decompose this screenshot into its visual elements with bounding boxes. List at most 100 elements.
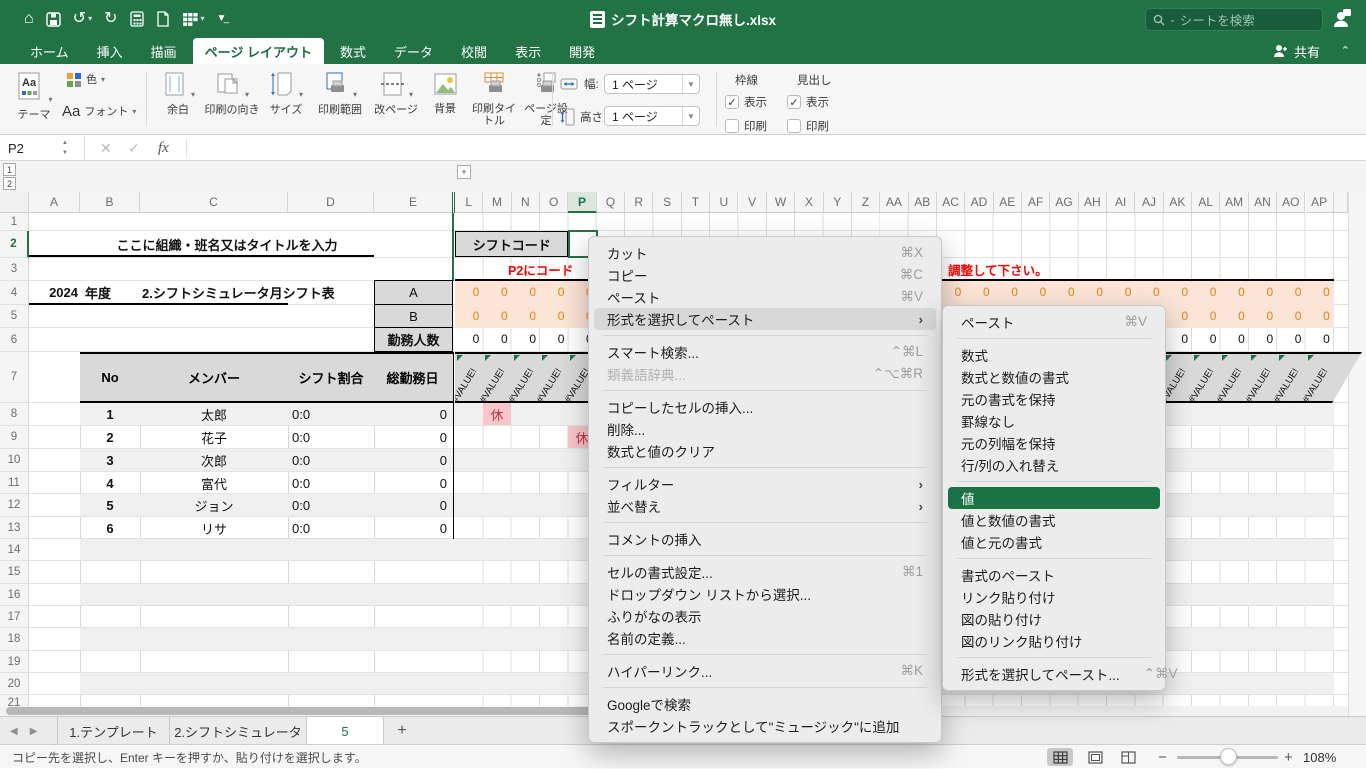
- column-header-T[interactable]: T: [682, 192, 710, 213]
- column-header-B[interactable]: B: [80, 192, 140, 213]
- context-menu-item[interactable]: スマート検索...⌃⌘L: [594, 341, 936, 363]
- column-header-D[interactable]: D: [288, 192, 374, 213]
- shift-count-cell[interactable]: 0: [1192, 305, 1216, 327]
- page-break-view-icon[interactable]: [1115, 748, 1141, 766]
- row-header-6[interactable]: 6: [0, 328, 29, 352]
- context-menu-item[interactable]: 削除...: [594, 418, 936, 440]
- select-all-corner[interactable]: [0, 192, 29, 213]
- column-header-W[interactable]: W: [767, 192, 795, 213]
- context-menu-item[interactable]: スポークントラックとして"ミュージック"に追加: [594, 715, 936, 737]
- column-header-AP[interactable]: AP: [1306, 192, 1334, 213]
- context-menu-item[interactable]: 数式と値のクリア: [594, 440, 936, 462]
- context-menu-item[interactable]: コピーしたセルの挿入...: [594, 396, 936, 418]
- column-header-Q[interactable]: Q: [597, 192, 625, 213]
- row-header-9[interactable]: 9: [0, 426, 29, 449]
- staff-count-cell[interactable]: 0: [1277, 328, 1301, 350]
- shift-count-cell[interactable]: 0: [1277, 281, 1301, 303]
- member-days-cell[interactable]: 0: [374, 449, 447, 472]
- row-header-8[interactable]: 8: [0, 403, 29, 426]
- staff-count-cell[interactable]: 0: [1192, 328, 1216, 350]
- member-name-cell[interactable]: ジョン: [140, 494, 288, 517]
- row-header-11[interactable]: 11: [0, 472, 29, 494]
- vertical-scrollbar[interactable]: [1348, 192, 1366, 716]
- shift-count-cell[interactable]: 0: [1050, 281, 1074, 303]
- column-header-L[interactable]: L: [455, 192, 483, 213]
- column-header-AO[interactable]: AO: [1277, 192, 1305, 213]
- shift-count-cell[interactable]: 0: [483, 281, 507, 303]
- member-days-cell[interactable]: 0: [374, 494, 447, 517]
- shift-count-cell[interactable]: 0: [1220, 281, 1244, 303]
- context-menu-item[interactable]: コメントの挿入: [594, 528, 936, 550]
- column-header-P[interactable]: P: [568, 192, 596, 213]
- shift-type-label-cell[interactable]: 勤務人数: [374, 327, 453, 352]
- shift-code-label-cell[interactable]: シフトコード: [455, 231, 568, 257]
- shift-count-cell[interactable]: 0: [1079, 281, 1103, 303]
- year-label-cell[interactable]: 年度: [85, 281, 111, 304]
- member-name-cell[interactable]: 太郎: [140, 403, 288, 426]
- shift-count-cell[interactable]: 0: [455, 281, 479, 303]
- paste-submenu-item[interactable]: 形式を選択してペースト...⌃⌘V: [948, 663, 1160, 685]
- member-days-cell[interactable]: 0: [374, 426, 447, 449]
- column-header-N[interactable]: N: [512, 192, 540, 213]
- shift-count-cell[interactable]: 0: [1164, 305, 1188, 327]
- row-header-3[interactable]: 3: [0, 258, 29, 281]
- context-menu-item[interactable]: ドロップダウン リストから選択...: [594, 583, 936, 605]
- column-header-X[interactable]: X: [795, 192, 823, 213]
- member-ratio-cell[interactable]: 0:0: [292, 426, 310, 449]
- column-header-AE[interactable]: AE: [994, 192, 1022, 213]
- shift-type-label-cell[interactable]: A: [374, 280, 453, 305]
- staff-count-cell[interactable]: 0: [1220, 328, 1244, 350]
- context-menu-item[interactable]: カット⌘X: [594, 242, 936, 264]
- column-header-AH[interactable]: AH: [1079, 192, 1107, 213]
- row-header-5[interactable]: 5: [0, 305, 29, 328]
- column-header-O[interactable]: O: [540, 192, 568, 213]
- shift-count-cell[interactable]: 0: [1192, 281, 1216, 303]
- member-no-cell[interactable]: 5: [80, 494, 140, 517]
- paste-submenu-item[interactable]: 図の貼り付け: [948, 608, 1160, 630]
- sheet-tab-2.シフトシミュレータ[interactable]: 2.シフトシミュレータ: [170, 717, 307, 745]
- context-menu-item[interactable]: ペースト⌘V: [594, 286, 936, 308]
- row-header-4[interactable]: 4: [0, 281, 29, 305]
- sheet-tab-1.テンプレート[interactable]: 1.テンプレート: [57, 717, 170, 745]
- normal-view-icon[interactable]: [1047, 748, 1073, 766]
- member-ratio-cell[interactable]: 0:0: [292, 449, 310, 472]
- column-header-partial[interactable]: [1334, 192, 1348, 213]
- member-days-cell[interactable]: 0: [374, 472, 447, 494]
- shift-type-label-cell[interactable]: B: [374, 304, 453, 328]
- row-header-14[interactable]: 14: [0, 539, 29, 561]
- context-menu-item[interactable]: 名前の定義...: [594, 627, 936, 649]
- column-header-AA[interactable]: AA: [880, 192, 908, 213]
- paste-submenu-item[interactable]: 数式と数値の書式: [948, 366, 1160, 388]
- row-header-20[interactable]: 20: [0, 673, 29, 695]
- row-header-19[interactable]: 19: [0, 651, 29, 673]
- column-header-AM[interactable]: AM: [1220, 192, 1248, 213]
- column-header-R[interactable]: R: [625, 192, 653, 213]
- year-cell[interactable]: 2024: [29, 281, 78, 304]
- context-menu-item[interactable]: ハイパーリンク...⌘K: [594, 660, 936, 682]
- paste-submenu-item[interactable]: 元の列幅を保持: [948, 432, 1160, 454]
- row-header-10[interactable]: 10: [0, 449, 29, 472]
- member-ratio-cell[interactable]: 0:0: [292, 494, 310, 517]
- paste-submenu-item[interactable]: リンク貼り付け: [948, 586, 1160, 608]
- shift-count-cell[interactable]: 0: [540, 305, 564, 327]
- shift-count-cell[interactable]: 0: [512, 281, 536, 303]
- column-header-Y[interactable]: Y: [824, 192, 852, 213]
- column-header-Z[interactable]: Z: [852, 192, 880, 213]
- column-header-AJ[interactable]: AJ: [1135, 192, 1163, 213]
- column-header-AN[interactable]: AN: [1249, 192, 1277, 213]
- column-header-AF[interactable]: AF: [1022, 192, 1050, 213]
- zoom-in-icon[interactable]: +: [1284, 745, 1293, 769]
- column-header-M[interactable]: M: [483, 192, 511, 213]
- paste-submenu-item[interactable]: 値: [948, 487, 1160, 509]
- row-header-18[interactable]: 18: [0, 628, 29, 651]
- member-ratio-cell[interactable]: 0:0: [292, 517, 310, 539]
- member-name-cell[interactable]: 富代: [140, 472, 288, 494]
- column-header-S[interactable]: S: [653, 192, 681, 213]
- context-menu-item[interactable]: 並べ替え›: [594, 495, 936, 517]
- context-menu-item[interactable]: フィルター›: [594, 473, 936, 495]
- column-header-AC[interactable]: AC: [937, 192, 965, 213]
- paste-submenu-item[interactable]: ペースト⌘V: [948, 311, 1160, 333]
- context-menu-item[interactable]: セルの書式設定...⌘1: [594, 561, 936, 583]
- paste-submenu-item[interactable]: 罫線なし: [948, 410, 1160, 432]
- shift-count-cell[interactable]: 0: [1164, 281, 1188, 303]
